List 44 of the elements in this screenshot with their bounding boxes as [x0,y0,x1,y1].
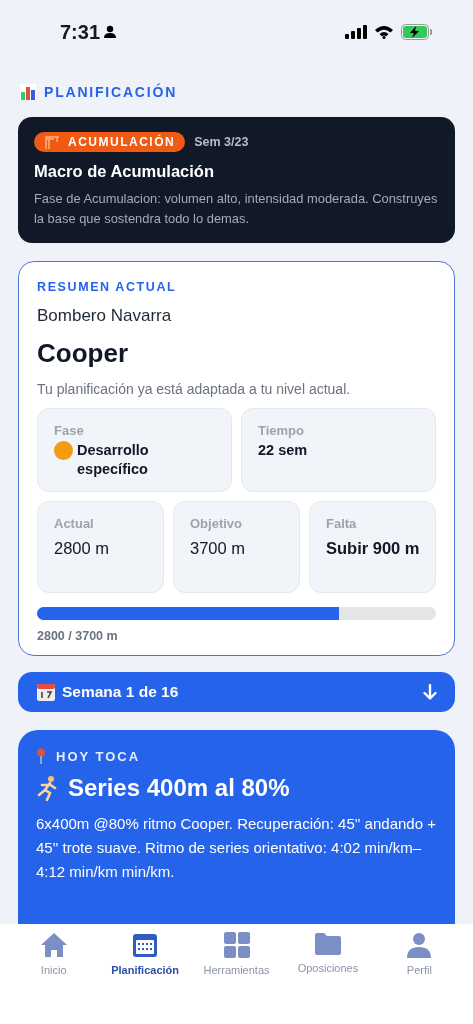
stat-value: 3700 m [190,538,247,559]
tab-bar-item[interactable]: Herramientas [190,932,283,976]
badge-label: ACUMULACIÓN [68,135,176,149]
folder-icon [313,932,342,956]
calendar-icon [132,932,159,958]
pin-icon [36,748,46,764]
stat-label: Tiempo [258,423,305,438]
calendar-icon [36,682,56,702]
status-time: 7:31 [60,20,101,44]
progress-reading: 2800 / 3700 m [37,629,119,643]
stat-label: Actual [54,516,95,531]
person-icon [406,932,433,958]
today-description: 6x400m @80% ritmo Cooper. Recuperación: 45'' andando + 45'' trote suave. Ritmo de series orientativo: 4:02 min/km–4:12 min/km min/km. [36,814,437,882]
summary-eyebrow: RESUMEN ACTUAL [37,280,178,294]
tab-bar-item[interactable]: Planificación [99,932,191,976]
stat-value: 22 sem [258,441,308,460]
summary-subtitle: Bombero Navarra [37,306,173,326]
stat-label: Fase [54,423,85,438]
person-icon [103,25,118,39]
tab-bar-item[interactable]: Inicio [8,932,100,976]
today-eyebrow: HOY TOCA [56,748,141,764]
week-counter: Sem 3/23 [194,135,249,149]
crane-icon [44,135,60,149]
tab-bar-item[interactable]: Oposiciones [282,932,374,974]
today-title: Series 400m al 80% [68,774,290,802]
macro-title: Macro de Acumulación [34,162,215,181]
summary-note: Tu planificación ya está adaptada a tu nivel actual. [37,381,352,397]
stat-value: 2800 m [54,538,111,559]
stat-label: Falta [326,516,358,531]
section-title: PLANIFICACIÓN [44,84,178,100]
battery-charging-icon [401,24,433,40]
wifi-icon [374,25,394,39]
macro-description: Fase de Acumulacion: volumen alto, intensidad moderada. Construyes la base que sostendra todo lo demas. [34,190,439,228]
stat-label: Objetivo [190,516,243,531]
bar-chart-icon [20,84,36,100]
stat-value: Subir 900 m [326,538,421,559]
summary-title: Cooper [37,338,129,369]
stat-value: Desarrollo específico [77,441,150,479]
week-selector[interactable]: Semana 1 de 16 [18,672,455,712]
home-icon [39,932,68,958]
tab-bar-item[interactable]: Perfil [373,932,466,976]
arrow-down-icon [423,684,437,700]
signal-icon [345,25,367,39]
grid-icon [223,932,250,958]
